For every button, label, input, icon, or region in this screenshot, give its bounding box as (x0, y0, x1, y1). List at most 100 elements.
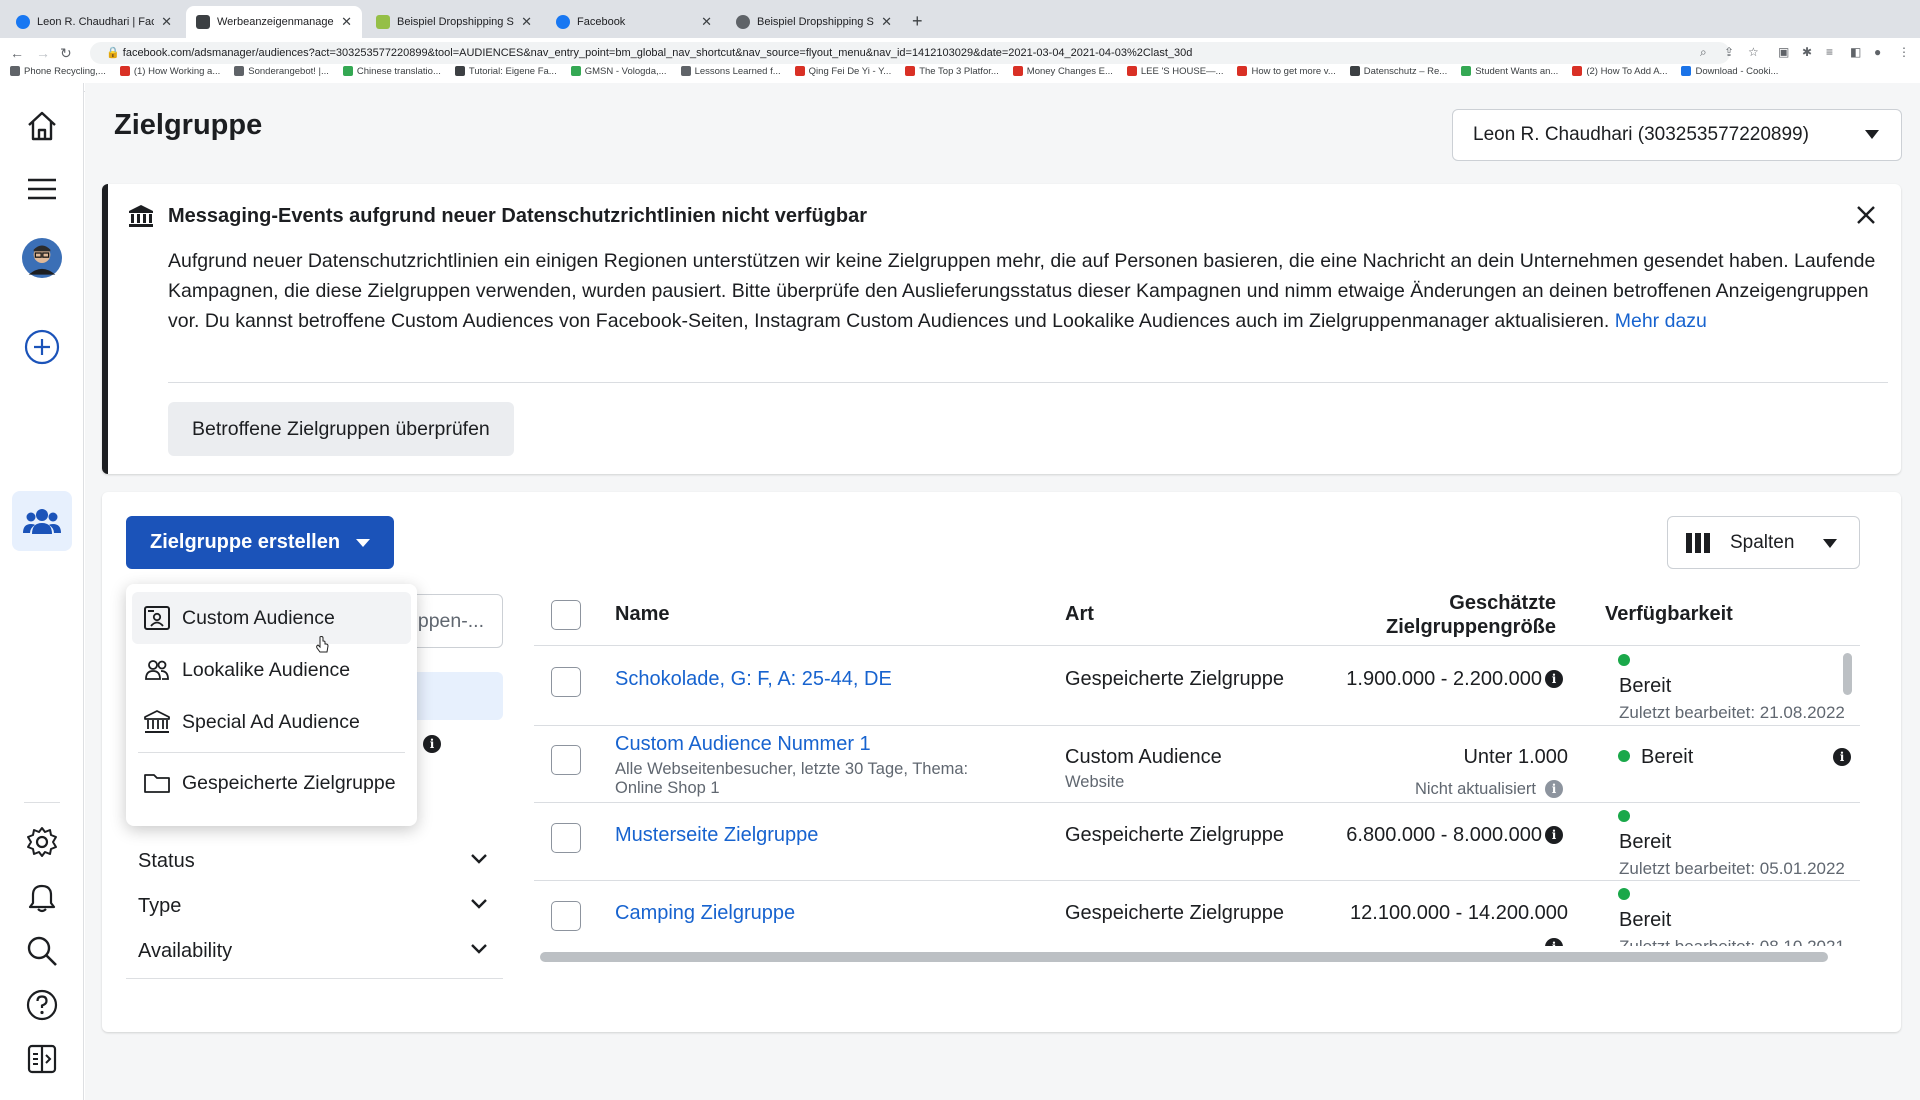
bookmark-favicon-icon (234, 66, 245, 76)
bookmark-label: Money Changes E... (1026, 65, 1113, 77)
bookmark-item[interactable]: LEE 'S HOUSE—... (1126, 62, 1223, 80)
close-tab-icon[interactable]: ✕ (161, 14, 172, 30)
columns-button[interactable]: Spalten (1667, 516, 1860, 569)
audience-name-link[interactable]: Schokolade, G: F, A: 25-44, DE (615, 668, 892, 691)
info-icon[interactable]: i (1545, 670, 1563, 688)
bookmark-item[interactable]: The Top 3 Platfor... (905, 62, 999, 80)
profile-icon[interactable]: ● (1874, 45, 1881, 59)
audience-name-link[interactable]: Camping Zielgruppe (615, 902, 795, 925)
bookmark-item[interactable]: (2) How To Add A... (1572, 62, 1667, 80)
bookmark-item[interactable]: Chinese translatio... (342, 62, 441, 80)
bookmark-item[interactable]: GMSN - Vologda,... (570, 62, 667, 80)
info-icon[interactable]: i (1545, 938, 1563, 946)
bookmark-label: How to get more v... (1251, 65, 1336, 77)
bookmark-item[interactable]: How to get more v... (1237, 62, 1336, 80)
avatar[interactable] (22, 238, 62, 278)
menu-item-custom-audience[interactable]: Custom Audience (132, 592, 411, 644)
status-label: Bereit (1641, 746, 1694, 768)
row-divider (534, 880, 1860, 881)
menu-item-lookalike-audience[interactable]: Lookalike Audience (132, 644, 411, 696)
share-icon[interactable]: ⇪ (1724, 45, 1734, 59)
create-audience-menu: Custom Audience Lookalike Audience Speci… (126, 584, 417, 826)
bookmark-star-icon[interactable]: ☆ (1748, 45, 1759, 59)
bookmark-label: Sonderangebot! |... (248, 65, 329, 77)
row-checkbox[interactable] (551, 901, 581, 931)
filter-type[interactable]: Type (138, 888, 498, 924)
menu-item-special-ad-audience[interactable]: Special Ad Audience (132, 696, 411, 748)
create-audience-button[interactable]: Zielgruppe erstellen (126, 516, 394, 569)
learn-more-link[interactable]: Mehr dazu (1615, 310, 1707, 332)
bookmark-item[interactable]: (1) How Working a... (119, 62, 220, 80)
banner-title: Messaging-Events aufgrund neuer Datensch… (168, 205, 867, 227)
filter-availability[interactable]: Availability (138, 933, 498, 969)
browser-tab-active[interactable]: Werbeanzeigenmanager - Ziel ✕ (186, 6, 362, 38)
chevron-down-icon (1823, 539, 1837, 548)
columns-icon (1686, 533, 1710, 559)
vertical-scrollbar[interactable] (1843, 653, 1852, 695)
collapse-panel-icon[interactable] (22, 1039, 62, 1079)
mouse-cursor-icon (316, 636, 329, 653)
bookmark-item[interactable]: Phone Recycling,... (10, 62, 106, 80)
chevron-down-icon (471, 854, 487, 864)
close-tab-icon[interactable]: ✕ (701, 14, 712, 30)
create-plus-icon[interactable] (22, 327, 62, 367)
bookmark-favicon-icon (10, 66, 20, 76)
home-icon[interactable] (22, 106, 62, 146)
forward-icon[interactable]: → (36, 45, 50, 61)
reload-icon[interactable]: ↻ (60, 45, 72, 62)
bookmark-item[interactable]: Tutorial: Eigene Fa... (454, 62, 557, 80)
chevron-down-icon (471, 899, 487, 909)
info-icon[interactable]: i (1545, 826, 1563, 844)
audience-description: Alle Webseitenbesucher, letzte 30 Tage, … (615, 760, 969, 797)
puzzle-icon[interactable]: ✱ (1802, 45, 1812, 59)
close-tab-icon[interactable]: ✕ (341, 14, 352, 30)
address-bar[interactable]: 🔒 facebook.com/adsmanager/audiences?act=… (90, 42, 1730, 64)
filter-label: Availability (138, 939, 233, 962)
help-icon[interactable] (22, 985, 62, 1025)
new-tab-icon[interactable]: + (912, 11, 923, 32)
menu-dots-icon[interactable]: ⋮ (1898, 45, 1910, 59)
bookmark-item[interactable]: Lessons Learned f... (680, 62, 781, 80)
bookmark-item[interactable]: Qing Fei De Yi - Y... (794, 62, 891, 80)
row-checkbox[interactable] (551, 667, 581, 697)
review-audiences-button[interactable]: Betroffene Zielgruppen überprüfen (168, 402, 514, 456)
info-icon[interactable]: i (1545, 780, 1563, 798)
bookmark-item[interactable]: Datenschutz – Re... (1349, 62, 1447, 80)
audience-name-link[interactable]: Musterseite Zielgruppe (615, 824, 818, 847)
filter-status[interactable]: Status (138, 843, 498, 879)
close-tab-icon[interactable]: ✕ (521, 14, 532, 30)
hamburger-menu-icon[interactable] (22, 169, 62, 209)
columns-label: Spalten (1730, 531, 1795, 553)
info-icon[interactable]: i (1833, 748, 1851, 766)
search-icon[interactable] (22, 931, 62, 971)
extension-icon[interactable]: ▣ (1778, 45, 1789, 59)
search-placeholder: ppen-... (417, 610, 484, 632)
bookmark-item[interactable]: Money Changes E... (1012, 62, 1113, 80)
info-icon[interactable]: i (423, 735, 441, 753)
horizontal-scrollbar[interactable] (540, 952, 1828, 962)
close-icon[interactable] (1853, 202, 1879, 228)
row-checkbox[interactable] (551, 823, 581, 853)
notifications-bell-icon[interactable] (22, 877, 62, 917)
bookmark-item[interactable]: Download - Cooki... (1681, 62, 1778, 80)
browser-tab[interactable]: Facebook ✕ (546, 6, 722, 38)
sidepanel-icon[interactable]: ◧ (1850, 45, 1861, 59)
close-tab-icon[interactable]: ✕ (881, 14, 892, 30)
bookmark-favicon-icon (1237, 66, 1248, 76)
menu-item-saved-audience[interactable]: Gespeicherte Zielgruppe (132, 757, 411, 809)
audience-name-link[interactable]: Custom Audience Nummer 1 (615, 733, 871, 756)
bookmark-item[interactable]: Student Wants an... (1461, 62, 1558, 80)
reading-list-icon[interactable]: ≡ (1826, 45, 1833, 59)
audiences-icon[interactable] (22, 501, 62, 541)
bookmark-item[interactable]: Sonderangebot! |... (234, 62, 329, 80)
browser-tab[interactable]: Leon R. Chaudhari | Facebook ✕ (6, 6, 182, 38)
browser-tab[interactable]: Beispiel Dropshipping Store - F ✕ (366, 6, 542, 38)
row-checkbox[interactable] (551, 745, 581, 775)
settings-gear-icon[interactable] (22, 822, 62, 862)
menu-item-label: Special Ad Audience (182, 710, 360, 733)
browser-tab[interactable]: Beispiel Dropshipping Store ✕ (726, 6, 902, 38)
bookmark-favicon-icon (1126, 66, 1137, 76)
account-selector[interactable]: Leon R. Chaudhari (303253577220899) (1452, 109, 1902, 161)
zoom-icon[interactable]: ⌕ (1700, 45, 1707, 60)
back-icon[interactable]: ← (10, 45, 24, 61)
